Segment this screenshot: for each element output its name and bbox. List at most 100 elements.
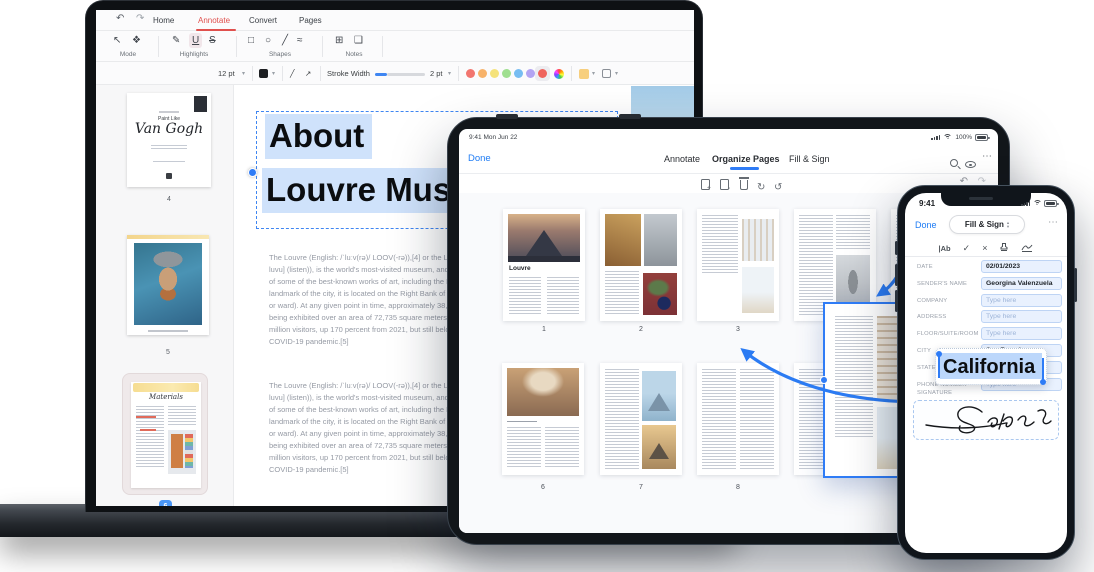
grid-page-1[interactable]: Louvre: [503, 209, 585, 321]
selection-handle-right[interactable]: [1042, 358, 1044, 380]
selection-handle[interactable]: [248, 168, 257, 177]
louvre-pyramid-photo: [508, 214, 580, 262]
redo-icon[interactable]: ↷: [136, 14, 144, 24]
field-floor-suite-room[interactable]: Type here: [981, 327, 1062, 340]
doc-heading-line2: Louvre Mus: [262, 171, 459, 209]
border-style-swatch[interactable]: [602, 69, 611, 78]
freehand-shape-icon[interactable]: ≈: [297, 35, 303, 47]
ipad-volume-button: [496, 114, 518, 119]
font-size-chevron-icon[interactable]: ▾: [242, 70, 245, 77]
cursor-tool-icon[interactable]: ↖: [113, 35, 121, 47]
check-tool-icon[interactable]: ✓: [963, 243, 971, 254]
ribbon-tab-bar: ↶ ↷ Home Annotate Convert Pages: [96, 10, 694, 31]
field-date[interactable]: 02/01/2023: [981, 260, 1062, 273]
text-note-icon[interactable]: ⊞: [335, 35, 343, 47]
comment-note-icon[interactable]: ❑: [354, 35, 363, 47]
selected-page-badge: 6: [159, 500, 172, 506]
iphone-signal-icon: [1021, 201, 1030, 206]
font-color-swatch[interactable]: [259, 69, 268, 78]
font-color-chevron-icon[interactable]: ▾: [272, 70, 275, 77]
grid-page-number-6: 6: [502, 484, 584, 491]
tab-home[interactable]: Home: [153, 16, 174, 25]
font-size-select[interactable]: 12 pt: [218, 69, 235, 78]
stroke-slider-fill[interactable]: [375, 73, 387, 76]
thumbnail-page-6-selected[interactable]: Materials: [122, 373, 208, 495]
group-label-highlights: Highlights: [162, 51, 226, 58]
underline-tool-icon[interactable]: U: [192, 35, 199, 47]
stamp-tool-icon[interactable]: [999, 239, 1009, 257]
ipad-tab-organize-pages[interactable]: Organize Pages: [712, 154, 780, 164]
grid-page-2[interactable]: [600, 209, 682, 321]
hand-tool-icon[interactable]: ❖: [132, 35, 141, 47]
thumbnail-page-5[interactable]: [127, 235, 209, 335]
grid-page-7[interactable]: [600, 363, 682, 475]
more-icon[interactable]: ⋯: [982, 151, 992, 162]
selected-text-california[interactable]: California: [940, 353, 1042, 379]
search-icon[interactable]: [950, 154, 958, 172]
color-dot-purple[interactable]: [526, 69, 535, 78]
thumbnail-page-4[interactable]: Paint Like Van Gogh: [127, 93, 211, 187]
color-dot-yellow[interactable]: [490, 69, 499, 78]
page-number-4: 4: [127, 196, 211, 203]
ipad-tab-fill-sign[interactable]: Fill & Sign: [789, 154, 830, 164]
color-dot-orange[interactable]: [478, 69, 487, 78]
iphone-status-time: 9:41: [919, 199, 935, 208]
fill-color-chevron-icon[interactable]: ▾: [592, 70, 595, 77]
page-thumbnails-sidebar: Paint Like Van Gogh 4 5: [96, 85, 234, 506]
paintbox-image: [168, 430, 196, 474]
border-style-chevron-icon[interactable]: ▾: [615, 70, 618, 77]
signature-field[interactable]: [913, 400, 1059, 440]
state-value-editor[interactable]: California: [935, 348, 1047, 385]
ellipse-shape-icon[interactable]: ○: [265, 35, 271, 47]
rectangle-shape-icon[interactable]: □: [248, 35, 254, 47]
tab-annotate[interactable]: Annotate: [198, 16, 230, 25]
field-address[interactable]: Type here: [981, 310, 1062, 323]
selection-handle-left[interactable]: [938, 356, 940, 378]
line-tool-icon[interactable]: ╱: [290, 69, 295, 78]
stroke-width-label: Stroke Width: [327, 69, 370, 78]
drag-selection-handle[interactable]: [820, 376, 828, 384]
strikethrough-tool-icon[interactable]: S: [209, 35, 216, 47]
mode-select-button[interactable]: Fill & Sign ▴▾: [949, 215, 1025, 234]
color-dot-blue[interactable]: [514, 69, 523, 78]
ipad-tab-annotate[interactable]: Annotate: [664, 154, 700, 164]
stroke-slider-track[interactable]: [387, 73, 425, 76]
ipad-status-time: 9:41 Mon Jun 22: [469, 134, 517, 141]
arrow-tool-icon[interactable]: ↗: [305, 69, 311, 78]
eye-icon[interactable]: [965, 155, 976, 173]
page1-title: Louvre: [509, 265, 531, 272]
grid-page-6[interactable]: [502, 363, 584, 475]
line-shape-icon[interactable]: ╱: [282, 35, 288, 47]
grid-page-8[interactable]: [697, 363, 779, 475]
color-dot-red[interactable]: [466, 69, 475, 78]
page-number-5: 5: [126, 349, 210, 356]
cover-badge: [194, 96, 207, 112]
pencil-highlight-icon[interactable]: ✎: [172, 35, 180, 47]
stroke-chevron-icon[interactable]: ▾: [448, 70, 451, 77]
battery-percent: 100%: [955, 134, 972, 141]
field-company[interactable]: Type here: [981, 294, 1062, 307]
ipad-active-tab-underline: [730, 167, 759, 170]
text-tool-icon[interactable]: |Ab: [939, 244, 951, 253]
tab-convert[interactable]: Convert: [249, 16, 277, 25]
wifi-icon: [943, 134, 952, 141]
color-dot-green[interactable]: [502, 69, 511, 78]
tab-pages[interactable]: Pages: [299, 16, 322, 25]
undo-icon[interactable]: ↶: [116, 14, 124, 24]
grid-page-number-2: 2: [600, 326, 682, 333]
grid-page-number-3: 3: [697, 326, 779, 333]
handwritten-signature: [914, 401, 1054, 437]
color-wheel-icon[interactable]: [554, 69, 564, 79]
iphone-more-icon[interactable]: ⋯: [1048, 217, 1058, 228]
ipad-done-button[interactable]: Done: [468, 153, 491, 164]
format-bar: 12 pt ▾ ▾ ╱ ↗ Stroke Width 2 pt ▾: [96, 62, 694, 85]
field-sender-name[interactable]: Georgina Valenzuela: [981, 277, 1062, 290]
signature-tool-icon[interactable]: [1021, 239, 1033, 257]
grid-page-3[interactable]: [697, 209, 779, 321]
cross-tool-icon[interactable]: ×: [982, 243, 987, 253]
iphone-device: 9:41 Done Fill & Sign ▴▾ ⋯: [897, 185, 1075, 560]
color-dot-selected-red[interactable]: [538, 69, 547, 78]
group-label-mode: Mode: [104, 51, 152, 58]
iphone-done-button[interactable]: Done: [915, 220, 937, 230]
fill-color-swatch[interactable]: [579, 69, 589, 79]
